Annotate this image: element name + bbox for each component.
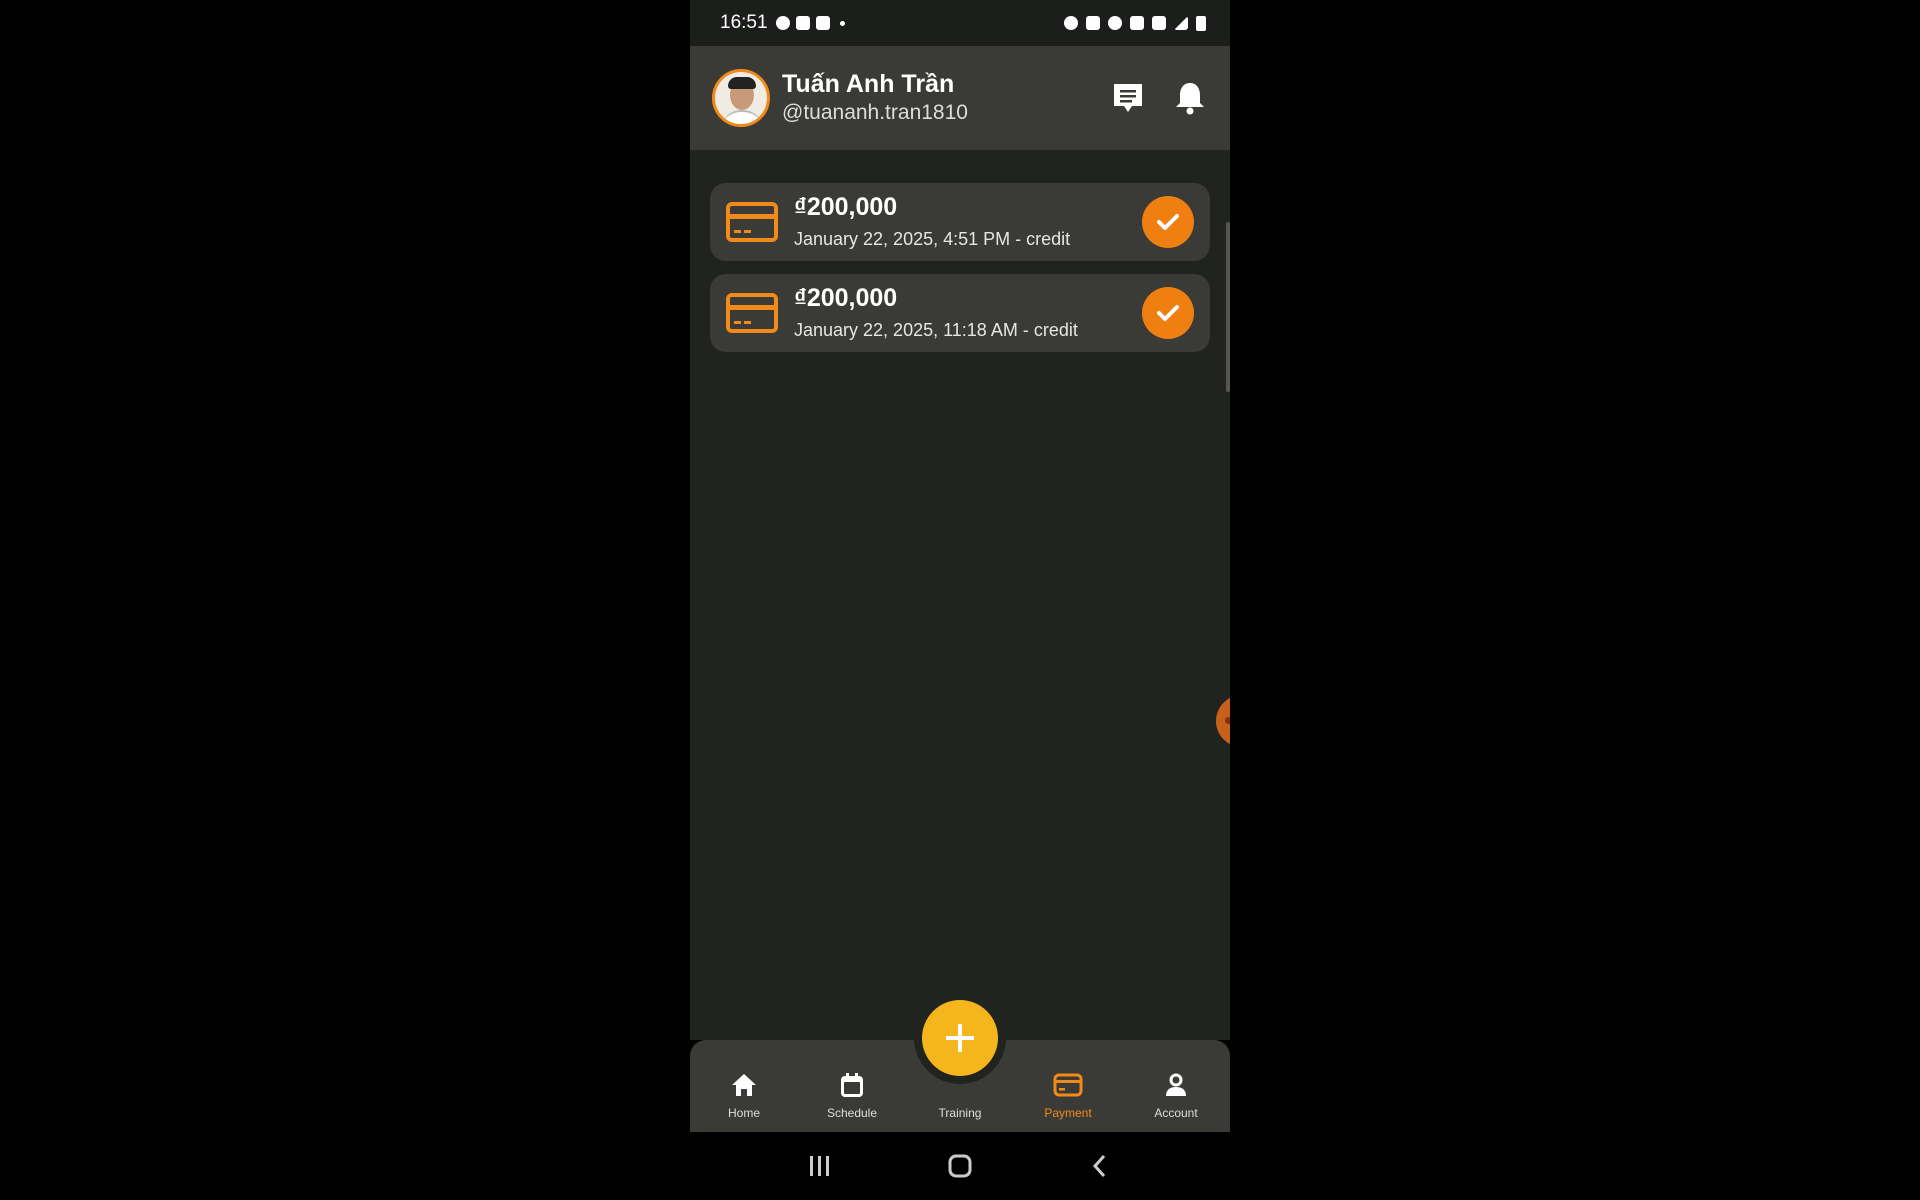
credit-card-icon <box>726 293 778 333</box>
chat-icon[interactable] <box>1110 80 1146 116</box>
system-navigation-bar <box>690 1132 1230 1200</box>
home-icon <box>732 1074 756 1096</box>
recent-apps-icon <box>810 1156 829 1176</box>
payment-list: ₫200,000 January 22, 2025, 4:51 PM - cre… <box>690 150 1230 1040</box>
check-icon <box>1142 287 1194 339</box>
nav-item-schedule[interactable]: Schedule <box>798 1070 906 1120</box>
battery-icon <box>1196 15 1206 31</box>
payment-details: January 22, 2025, 4:51 PM - credit <box>794 229 1071 249</box>
nav-label-schedule: Schedule <box>826 1106 878 1120</box>
scrollbar[interactable] <box>1226 222 1230 392</box>
header-actions <box>1110 80 1208 116</box>
plus-icon <box>946 1024 974 1052</box>
user-icon <box>1166 1073 1186 1096</box>
user-info: Tuấn Anh Trần @tuananh.tran1810 <box>782 69 968 127</box>
dot-icon <box>839 20 845 26</box>
payment-amount: ₫200,000 <box>794 284 898 312</box>
home-system-button[interactable] <box>940 1146 980 1186</box>
gallery-icon <box>795 16 810 30</box>
check-icon <box>1142 196 1194 248</box>
user-handle: @tuananh.tran1810 <box>782 101 968 124</box>
nav-item-home[interactable]: Home <box>690 1070 798 1120</box>
add-training-button[interactable] <box>922 1000 998 1076</box>
back-button[interactable] <box>1080 1146 1120 1186</box>
messenger-icon <box>775 16 790 30</box>
payment-item[interactable]: ₫200,000 January 22, 2025, 4:51 PM - cre… <box>710 183 1210 261</box>
bell-icon[interactable] <box>1172 80 1208 116</box>
nav-label-training: Training <box>938 1106 982 1120</box>
mute-icon <box>1086 16 1100 30</box>
nav-label-home: Home <box>727 1106 760 1120</box>
status-bar: 16:51 <box>690 0 1230 46</box>
payment-amount: ₫200,000 <box>794 193 898 221</box>
alarm-icon <box>1064 16 1078 30</box>
hotspot-icon <box>1108 16 1122 30</box>
credit-card-icon <box>726 202 778 242</box>
nav-item-training[interactable]: Training <box>906 1070 1014 1120</box>
recent-apps-button[interactable] <box>800 1146 840 1186</box>
user-name: Tuấn Anh Trần <box>782 70 955 98</box>
card-icon <box>1053 1073 1083 1097</box>
calendar-icon <box>841 1073 863 1097</box>
app-header: Tuấn Anh Trần @tuananh.tran1810 <box>690 46 1230 150</box>
nav-label-payment: Payment <box>1044 1106 1092 1120</box>
4g-icon <box>1152 16 1166 30</box>
floating-bubble-handle[interactable] <box>1216 695 1230 747</box>
signal-icon <box>1174 16 1188 30</box>
payment-details: January 22, 2025, 11:18 AM - credit <box>794 320 1078 340</box>
payment-item[interactable]: ₫200,000 January 22, 2025, 11:18 AM - cr… <box>710 274 1210 352</box>
home-square-icon <box>948 1154 972 1178</box>
nav-item-account[interactable]: Account <box>1122 1070 1230 1120</box>
video-icon <box>815 16 830 30</box>
nav-item-payment[interactable]: Payment <box>1014 1070 1122 1120</box>
back-icon <box>1092 1154 1106 1178</box>
status-icons-right <box>1064 15 1206 31</box>
volte-icon <box>1130 16 1144 30</box>
phone-screen: 16:51 Tuấn Anh Trần @tuananh.tran1810 ₫2… <box>690 0 1230 1200</box>
avatar[interactable] <box>712 69 770 127</box>
status-time: 16:51 <box>720 12 768 33</box>
nav-label-account: Account <box>1154 1106 1198 1120</box>
